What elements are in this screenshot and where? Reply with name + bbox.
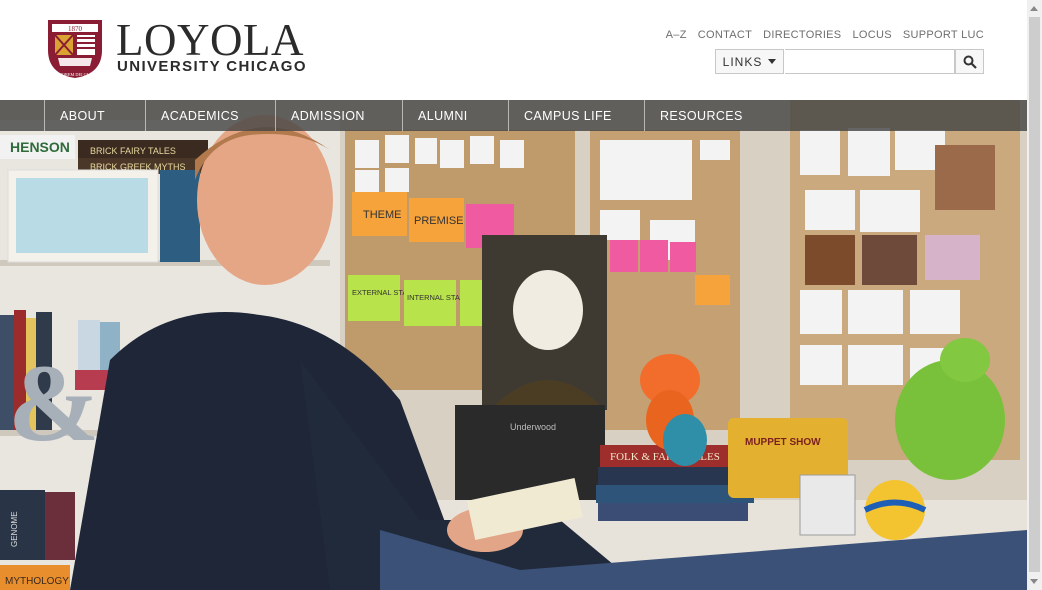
nav-label: ACADEMICS <box>161 108 239 123</box>
nav-item-alumni[interactable]: ALUMNI <box>402 100 508 131</box>
book-genome: GENOME <box>10 511 19 547</box>
university-seal-icon: 1870 AD MAIOREM DEI GLORIAM <box>46 20 104 78</box>
nav-label: ABOUT <box>60 108 106 123</box>
main-nav: ABOUT ACADEMICS ADMISSION ALUMNI CAMPUS … <box>0 100 1027 131</box>
hero-illustration: HENSON BRICK FAIRY TALES BRICK GREEK MYT… <box>0 100 1027 590</box>
nav-item-resources[interactable]: RESOURCES <box>644 100 774 131</box>
util-link-locus[interactable]: LOCUS <box>852 29 891 41</box>
book-mythology: MYTHOLOGY <box>5 576 69 587</box>
nav-label: CAMPUS LIFE <box>524 108 612 123</box>
seal-year: 1870 <box>68 25 83 33</box>
hero-photo: HENSON BRICK FAIRY TALES BRICK GREEK MYT… <box>0 100 1027 590</box>
henson-sign: HENSON <box>10 139 70 155</box>
links-dropdown-button[interactable]: LINKS <box>715 49 784 74</box>
logo-wordmark: LOYOLA <box>116 15 304 65</box>
svg-text:&: & <box>8 342 100 464</box>
vertical-scrollbar[interactable] <box>1027 0 1042 590</box>
typewriter-brand: Underwood <box>510 422 556 432</box>
loyola-logo[interactable]: 1870 AD MAIOREM DEI GLORIAM LOYOLA UNIVE… <box>44 15 324 80</box>
search-button[interactable] <box>955 49 984 74</box>
seal-motto: AD MAIOREM DEI GLORIAM <box>46 72 104 77</box>
lunchbox-label: MUPPET SHOW <box>745 437 821 448</box>
nav-item-academics[interactable]: ACADEMICS <box>145 100 275 131</box>
utility-nav: A–Z CONTACT DIRECTORIES LOCUS SUPPORT LU… <box>666 29 984 41</box>
search-input[interactable] <box>785 49 955 74</box>
nav-label: ADMISSION <box>291 108 365 123</box>
util-link-a-z[interactable]: A–Z <box>666 29 687 41</box>
scroll-down-arrow-icon[interactable] <box>1030 579 1038 584</box>
note-theme: THEME <box>363 209 402 221</box>
nav-item-campus-life[interactable]: CAMPUS LIFE <box>508 100 644 131</box>
util-link-directories[interactable]: DIRECTORIES <box>763 29 841 41</box>
scrollbar-thumb[interactable] <box>1029 17 1040 572</box>
search-icon <box>963 55 977 69</box>
nav-item-admission[interactable]: ADMISSION <box>275 100 402 131</box>
links-button-label: LINKS <box>722 54 763 69</box>
util-link-support-luc[interactable]: SUPPORT LUC <box>903 29 984 41</box>
util-link-contact[interactable]: CONTACT <box>698 29 752 41</box>
caret-down-icon <box>768 59 777 64</box>
nav-item-about[interactable]: ABOUT <box>44 100 145 131</box>
nav-label: ALUMNI <box>418 108 468 123</box>
book-brick-fairy: BRICK FAIRY TALES <box>90 146 176 156</box>
note-premise: PREMISE <box>414 215 464 227</box>
logo-subtitle: UNIVERSITY CHICAGO <box>117 58 307 75</box>
site-header: 1870 AD MAIOREM DEI GLORIAM LOYOLA UNIVE… <box>0 0 1027 100</box>
nav-label: RESOURCES <box>660 108 743 123</box>
scroll-up-arrow-icon[interactable] <box>1030 6 1038 11</box>
